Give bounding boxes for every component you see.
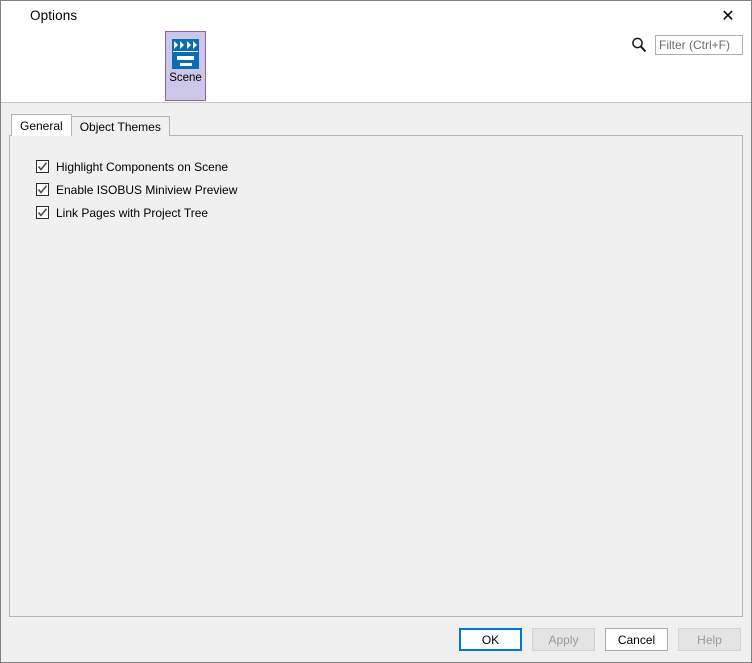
tab-general[interactable]: General: [11, 114, 72, 136]
title-bar: Options ✕: [1, 1, 751, 30]
options-dialog: Options ✕ Scene Filter (Ctrl+F) General …: [0, 0, 752, 663]
checkbox-row-isobus-miniview[interactable]: Enable ISOBUS Miniview Preview: [36, 181, 742, 198]
scene-icon-chevrons: [174, 41, 197, 49]
filter-input[interactable]: [655, 35, 743, 55]
search-icon: [632, 37, 647, 53]
tab-object-themes[interactable]: Object Themes: [70, 116, 170, 136]
filter-area: [630, 35, 743, 55]
close-button[interactable]: ✕: [705, 1, 751, 30]
checkbox-label-highlight-components: Highlight Components on Scene: [56, 159, 229, 174]
chevron-right-icon: [180, 41, 185, 49]
checkbox-row-link-pages[interactable]: Link Pages with Project Tree: [36, 204, 742, 221]
chevron-right-icon: [186, 41, 191, 49]
category-toolbar: Scene: [1, 30, 751, 103]
dialog-button-bar: OK Apply Cancel Help: [1, 617, 751, 662]
scene-icon-bar: [177, 56, 194, 60]
checkbox-row-highlight-components[interactable]: Highlight Components on Scene: [36, 158, 742, 175]
checkmark-icon: [37, 208, 48, 217]
checkbox-isobus-miniview[interactable]: [36, 183, 49, 196]
category-button-scene[interactable]: Scene: [165, 31, 206, 101]
dialog-body: General Object Themes Highlight Componen…: [1, 103, 751, 617]
ok-button[interactable]: OK: [459, 628, 522, 651]
checkbox-label-link-pages: Link Pages with Project Tree: [56, 205, 209, 220]
checkbox-label-isobus-miniview: Enable ISOBUS Miniview Preview: [56, 182, 238, 197]
checkmark-icon: [37, 185, 48, 194]
chevron-right-icon: [192, 41, 197, 49]
tab-panel-general: Highlight Components on Scene Enable ISO…: [9, 135, 743, 617]
help-button[interactable]: Help: [678, 628, 741, 651]
apply-button[interactable]: Apply: [532, 628, 595, 651]
checkbox-highlight-components[interactable]: [36, 160, 49, 173]
scene-icon-separator: [173, 51, 198, 52]
close-icon: ✕: [721, 5, 735, 25]
checkbox-link-pages[interactable]: [36, 206, 49, 219]
scene-icon: [172, 39, 199, 69]
tab-strip: General Object Themes: [11, 114, 743, 136]
checkmark-icon: [37, 162, 48, 171]
window-title: Options: [30, 7, 78, 23]
scene-icon-bar: [179, 63, 192, 66]
cancel-button[interactable]: Cancel: [605, 628, 668, 651]
category-label-scene: Scene: [169, 72, 202, 84]
chevron-right-icon: [174, 41, 178, 49]
